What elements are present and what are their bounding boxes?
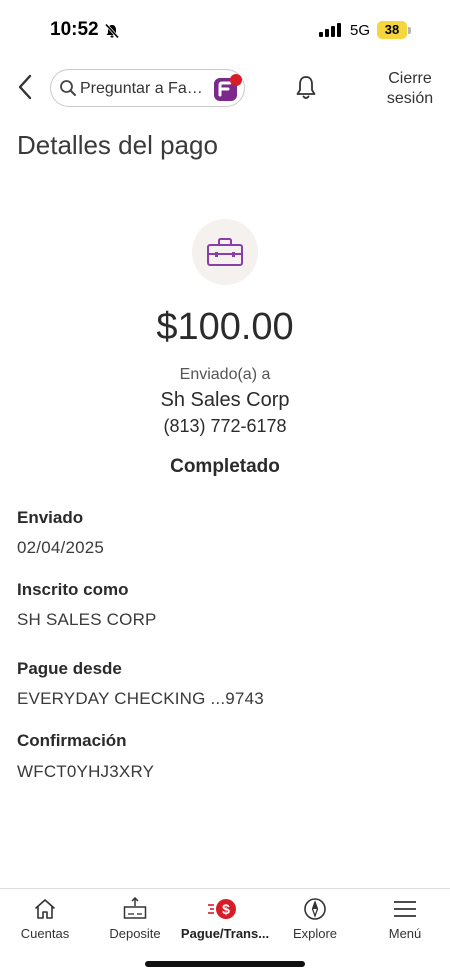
detail-label-pay-from: Pague desde <box>17 659 122 678</box>
search-placeholder: Preguntar a Fa… <box>80 80 203 97</box>
page-title: Detalles del pago <box>17 130 218 160</box>
signal-icon <box>319 23 341 37</box>
battery-tip <box>408 27 411 34</box>
payee-name: Sh Sales Corp <box>160 389 290 411</box>
nav-label-menu: Menú <box>388 926 422 941</box>
payment-status: Completado <box>170 456 280 477</box>
nav-label-explore: Explore <box>292 926 338 941</box>
nav-label-accounts: Cuentas <box>20 926 70 941</box>
fargo-assistant-icon[interactable] <box>211 73 243 105</box>
search-input[interactable]: Preguntar a Fa… <box>50 69 245 107</box>
nav-item-pay-transfer[interactable]: $ Pague/Trans... <box>180 889 270 945</box>
silent-bell-icon <box>104 23 120 39</box>
nav-item-menu[interactable]: Menú <box>360 889 450 945</box>
home-icon <box>35 899 55 919</box>
nav-item-explore[interactable]: Explore <box>270 889 360 945</box>
detail-label-confirmation: Confirmación <box>17 731 127 750</box>
detail-value-sent-date: 02/04/2025 <box>17 538 105 557</box>
nav-item-deposit[interactable]: Deposite <box>90 889 180 945</box>
network-type: 5G <box>350 22 371 39</box>
svg-text:$: $ <box>222 901 230 917</box>
status-bar: 10:52 5G 38 <box>0 0 450 60</box>
briefcase-icon <box>207 238 243 266</box>
payee-phone: (813) 772-6178 <box>163 416 287 436</box>
detail-label-enrolled-as: Inscrito como <box>17 580 129 599</box>
menu-icon <box>394 901 416 917</box>
detail-value-enrolled-as: SH SALES CORP <box>17 610 157 629</box>
search-icon <box>60 80 76 96</box>
nav-label-pay-transfer: Pague/Trans... <box>180 926 270 941</box>
notifications-bell-icon[interactable] <box>293 74 319 102</box>
payment-amount: $100.00 <box>156 306 294 348</box>
detail-value-pay-from: EVERYDAY CHECKING ...9743 <box>17 689 264 708</box>
nav-item-accounts[interactable]: Cuentas <box>0 889 90 945</box>
detail-value-confirmation: WFCT0YHJ3XRY <box>17 762 155 781</box>
detail-label-sent: Enviado <box>17 508 84 527</box>
sent-to-label: Enviado(a) a <box>179 366 271 383</box>
deposit-icon <box>123 897 147 919</box>
logout-label-line2: sesión <box>386 90 434 107</box>
pay-transfer-icon: $ <box>208 899 236 919</box>
home-indicator[interactable] <box>145 961 305 967</box>
logout-label-line1: Cierre <box>388 70 432 87</box>
logout-button[interactable]: Cierre sesión <box>380 69 440 109</box>
briefcase-badge <box>192 219 258 285</box>
status-time: 10:52 <box>50 19 99 40</box>
back-button[interactable] <box>14 72 40 102</box>
compass-icon <box>304 898 326 920</box>
battery-icon: 38 <box>377 21 407 39</box>
nav-label-deposit: Deposite <box>109 926 161 941</box>
